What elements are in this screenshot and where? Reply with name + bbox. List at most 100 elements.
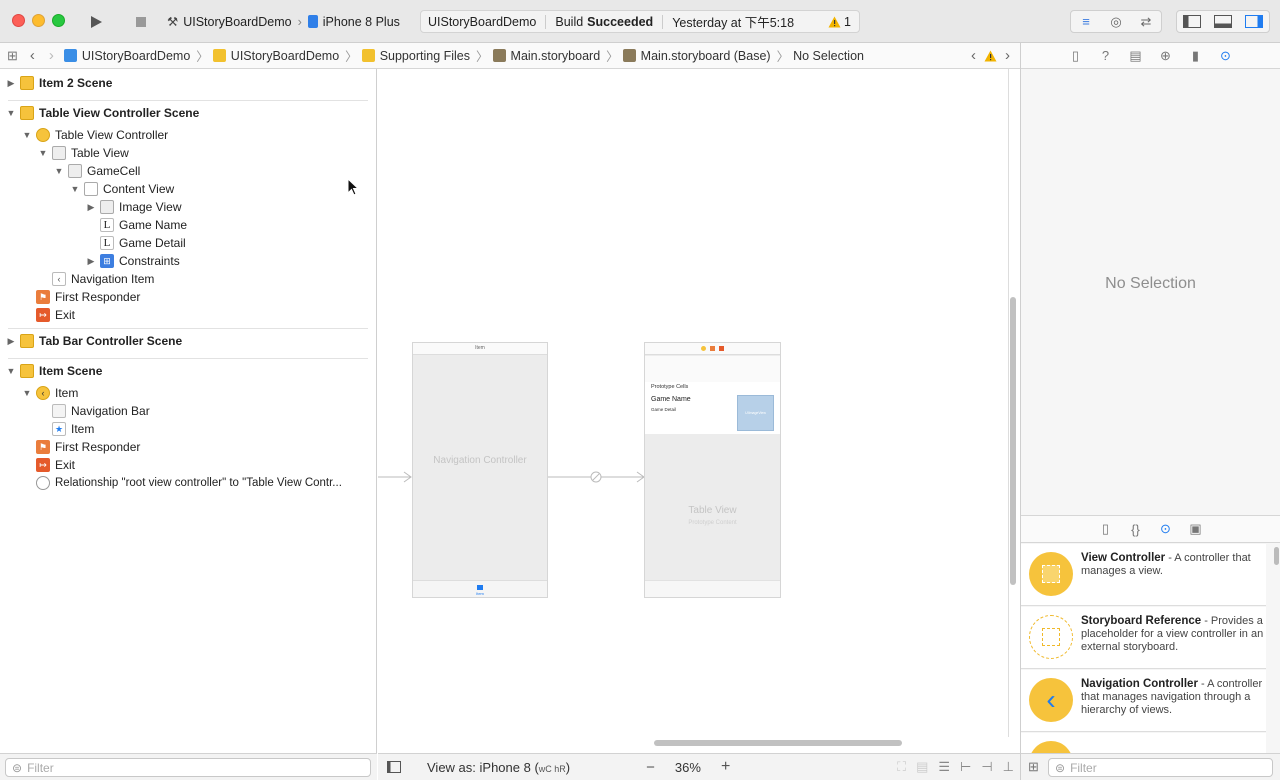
outline-row[interactable]: ‹ Navigation Item <box>52 270 154 288</box>
run-button[interactable] <box>84 11 108 33</box>
disclosure-expanded-icon[interactable]: ▼ <box>6 108 16 118</box>
storyboard-canvas[interactable]: Item Navigation Controller Item Prototyp… <box>378 69 1016 746</box>
update-frames-icon[interactable]: ⛶ <box>897 759 906 775</box>
outline-row[interactable]: L Game Name <box>100 216 187 234</box>
breadcrumb-group[interactable]: UIStoryBoardDemo <box>212 49 339 63</box>
disclosure-expanded-icon[interactable]: ▼ <box>70 184 80 194</box>
library-item-navigation-controller[interactable]: ‹ Navigation Controller - A controller t… <box>1021 670 1266 732</box>
prototype-cell[interactable]: Prototype Cells Game Name Game Detail UI… <box>645 382 780 434</box>
pin-icon[interactable]: ⊣ <box>981 759 992 775</box>
horizontal-scrollbar[interactable] <box>654 740 902 746</box>
attributes-inspector-icon[interactable]: ⊕ <box>1156 46 1176 66</box>
zoom-window-button[interactable] <box>52 14 65 27</box>
outline-row[interactable]: Relationship "root view controller" to "… <box>36 474 342 492</box>
identity-inspector-icon[interactable]: ▤ <box>1126 46 1146 66</box>
connections-inspector-icon[interactable]: ⊙ <box>1216 46 1236 66</box>
label-icon: L <box>100 218 114 232</box>
outline-row[interactable]: ▼ GameCell <box>54 162 140 180</box>
library-filter-field[interactable]: ⊜ Filter <box>1048 758 1273 777</box>
file-template-library-icon[interactable]: ▯ <box>1096 519 1116 539</box>
disclosure-expanded-icon[interactable]: ▼ <box>54 166 64 176</box>
disclosure-expanded-icon[interactable]: ▼ <box>6 366 16 376</box>
zoom-in-button[interactable]: + <box>721 758 730 776</box>
outline-row[interactable]: L Game Detail <box>100 234 186 252</box>
tab-item-label: Item <box>476 591 484 596</box>
disclosure-collapsed-icon[interactable]: ▶ <box>86 256 96 266</box>
previous-issue-icon[interactable]: ‹ <box>971 47 976 64</box>
window-toolbar: ⚒ UIStoryBoardDemo › iPhone 8 Plus UISto… <box>0 0 1280 43</box>
outline-row[interactable]: ▼ ‹ Item <box>22 384 78 402</box>
disclosure-collapsed-icon[interactable]: ▶ <box>6 78 16 88</box>
disclosure-expanded-icon[interactable]: ▼ <box>38 148 48 158</box>
resolve-issues-icon[interactable]: ⊥ <box>1003 759 1014 775</box>
outline-row[interactable]: ▼ Table View <box>38 144 129 162</box>
warning-icon[interactable] <box>984 50 997 62</box>
library-scrollbar[interactable] <box>1274 547 1279 565</box>
outline-row[interactable]: ★ Item <box>52 420 94 438</box>
breadcrumb-storyboard[interactable]: Main.storyboard <box>492 49 600 63</box>
utilities-panel-icon[interactable] <box>1238 15 1269 28</box>
breadcrumb-supporting-files[interactable]: Supporting Files <box>361 49 470 63</box>
disclosure-collapsed-icon[interactable]: ▶ <box>6 336 16 346</box>
stop-button[interactable] <box>130 11 152 33</box>
outline-row[interactable]: ▼ Item Scene <box>6 362 102 380</box>
outline-row[interactable]: ⚑ First Responder <box>36 288 140 306</box>
view-as-traits: wC hR <box>538 763 566 774</box>
library-grid-view-icon[interactable]: ⊞ <box>1028 759 1039 775</box>
disclosure-expanded-icon[interactable]: ▼ <box>22 130 32 140</box>
outline-row[interactable]: ↦ Exit <box>36 456 75 474</box>
size-inspector-icon[interactable]: ▮ <box>1186 46 1206 66</box>
version-editor-icon[interactable]: ⇄ <box>1131 14 1161 30</box>
outline-row[interactable]: ▶ Image View <box>86 198 181 216</box>
breadcrumb-selection[interactable]: No Selection <box>793 49 864 63</box>
outline-row[interactable]: ▶ ⊞ Constraints <box>86 252 180 270</box>
outline-label: First Responder <box>55 440 141 454</box>
table-view-controller-scene[interactable]: Prototype Cells Game Name Game Detail UI… <box>644 342 781 598</box>
outline-label: Table View Controller <box>55 128 169 142</box>
disclosure-collapsed-icon[interactable]: ▶ <box>86 202 96 212</box>
toggle-outline-icon[interactable] <box>387 761 401 773</box>
navigator-panel-icon[interactable] <box>1177 15 1208 28</box>
outline-row[interactable]: ▼ Content View <box>70 180 174 198</box>
code-snippet-library-icon[interactable]: {} <box>1126 519 1146 539</box>
assistant-editor-icon[interactable]: ◎ <box>1101 14 1131 30</box>
outline-row[interactable]: ⚑ First Responder <box>36 438 140 456</box>
debug-panel-icon[interactable] <box>1208 15 1239 28</box>
stack-icon[interactable]: ☰ <box>938 759 950 775</box>
outline-row[interactable]: Navigation Bar <box>52 402 150 420</box>
outline-row[interactable]: ▼ Table View Controller Scene <box>6 104 199 122</box>
view-as-selector[interactable]: View as: iPhone 8 (wC hR) <box>427 760 570 775</box>
warning-indicator[interactable]: 1 <box>828 15 851 29</box>
breadcrumb-storyboard-base[interactable]: Main.storyboard (Base) <box>622 49 771 63</box>
standard-editor-icon[interactable]: ≡ <box>1071 14 1101 29</box>
library-item-view-controller[interactable]: View Controller - A controller that mana… <box>1021 544 1266 606</box>
quick-help-icon[interactable]: ? <box>1096 46 1116 66</box>
library-item-storyboard-reference[interactable]: Storyboard Reference - Provides a placeh… <box>1021 607 1266 669</box>
media-library-icon[interactable]: ▣ <box>1186 519 1206 539</box>
outline-label: Table View <box>71 146 129 160</box>
library-item-title: Storyboard Reference <box>1081 615 1202 627</box>
align-icon[interactable]: ⊢ <box>960 759 971 775</box>
outline-filter-field[interactable]: ⊜ Filter <box>5 758 371 777</box>
panel-visibility-segmented-control[interactable] <box>1176 10 1270 33</box>
vertical-scrollbar[interactable] <box>1010 297 1016 585</box>
disclosure-expanded-icon[interactable]: ▼ <box>22 388 32 398</box>
forward-arrow-icon[interactable]: › <box>49 47 54 64</box>
minimize-window-button[interactable] <box>32 14 45 27</box>
file-inspector-icon[interactable]: ▯ <box>1066 46 1086 66</box>
back-arrow-icon[interactable]: ‹ <box>30 47 35 64</box>
close-window-button[interactable] <box>12 14 25 27</box>
next-issue-icon[interactable]: › <box>1005 47 1010 64</box>
breadcrumb-project[interactable]: UIStoryBoardDemo <box>63 49 190 63</box>
object-library-icon[interactable]: ⊙ <box>1156 519 1176 539</box>
editor-mode-segmented-control[interactable]: ≡ ◎ ⇄ <box>1070 10 1162 33</box>
outline-row[interactable]: ▶ Item 2 Scene <box>6 74 112 92</box>
related-items-icon[interactable]: ⊞ <box>7 48 18 64</box>
outline-row[interactable]: ▼ Table View Controller <box>22 126 168 144</box>
outline-row[interactable]: ↦ Exit <box>36 306 75 324</box>
zoom-out-button[interactable]: − <box>646 759 655 776</box>
scheme-selector[interactable]: ⚒ UIStoryBoardDemo › iPhone 8 Plus <box>167 10 407 33</box>
outline-row[interactable]: ▶ Tab Bar Controller Scene <box>6 332 182 350</box>
embed-stack-icon[interactable]: ▤ <box>916 759 928 775</box>
table-view-icon <box>52 146 66 160</box>
